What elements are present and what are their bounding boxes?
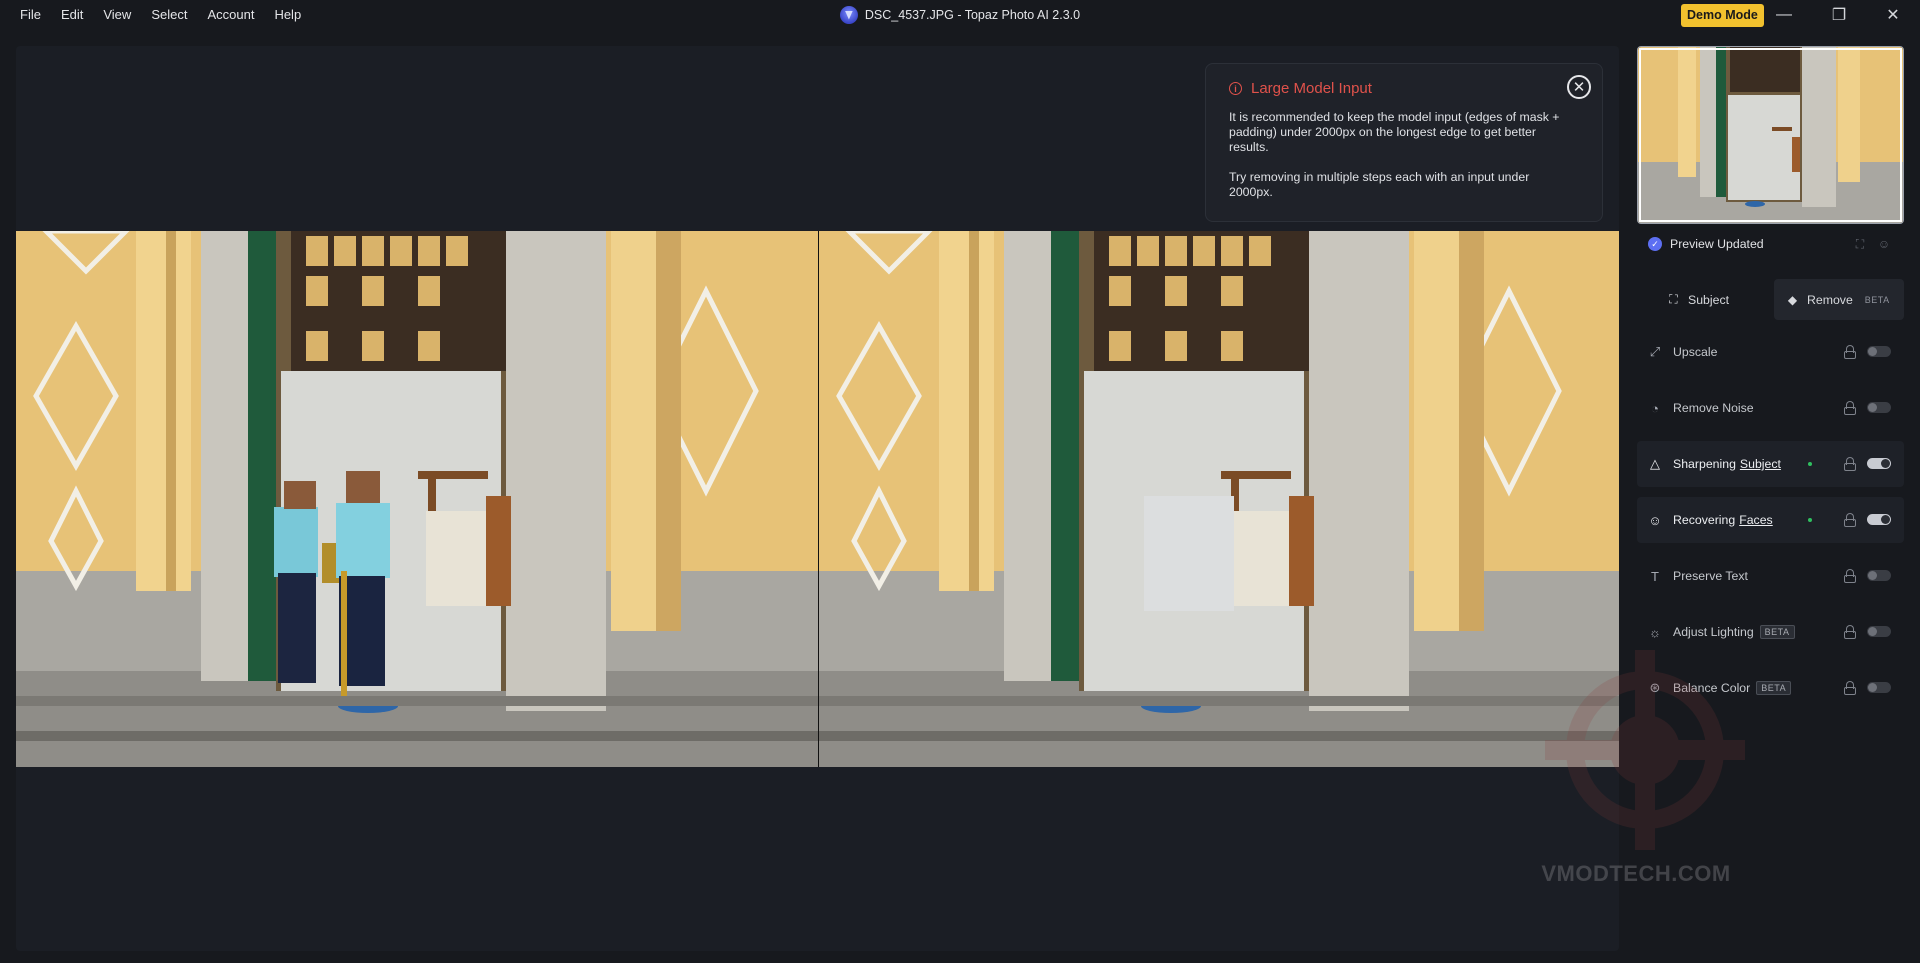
lock-icon[interactable]: [1843, 456, 1857, 472]
filter-preserve-text-label: Preserve Text: [1673, 569, 1748, 583]
noise-icon: ◔: [1651, 400, 1659, 416]
filter-sharpening-name: Sharpening: [1673, 457, 1736, 471]
watermark-text: VMODTECH.COM: [1541, 861, 1731, 886]
remove-noise-toggle[interactable]: [1867, 402, 1891, 413]
preserve-text-toggle[interactable]: [1867, 570, 1891, 581]
tab-remove-label: Remove: [1807, 292, 1853, 307]
tab-subject-label: Subject: [1688, 292, 1730, 307]
tab-remove[interactable]: ◆ Remove BETA: [1774, 279, 1904, 320]
processed-preview-image[interactable]: [819, 231, 1619, 767]
lock-icon[interactable]: [1843, 624, 1857, 640]
title-bar: File Edit View Select Account Help DSC_4…: [0, 0, 1920, 30]
beta-badge: BETA: [1759, 625, 1795, 639]
original-photo: [16, 231, 818, 767]
face-detect-icon[interactable]: ☺: [1877, 237, 1891, 251]
upscale-icon: ⤢: [1649, 344, 1661, 359]
tab-subject[interactable]: ⛶ Subject: [1667, 279, 1729, 320]
demo-mode-button[interactable]: Demo Mode: [1681, 4, 1764, 27]
active-dot: [1808, 462, 1812, 466]
popup-body: It is recommended to keep the model inpu…: [1229, 110, 1569, 200]
filter-recovering-faces[interactable]: ☺ Recovering Faces: [1637, 497, 1904, 543]
recovering-faces-link[interactable]: Faces: [1739, 513, 1773, 527]
viewport-highlight[interactable]: [1639, 48, 1902, 222]
sharpen-icon: △: [1650, 456, 1660, 471]
restore-icon[interactable]: ❐: [1812, 0, 1866, 30]
original-preview-image[interactable]: [16, 231, 818, 767]
beta-badge: BETA: [1756, 681, 1792, 695]
menu-edit[interactable]: Edit: [51, 0, 93, 30]
popup-message-1: It is recommended to keep the model inpu…: [1229, 110, 1560, 154]
filter-preserve-text[interactable]: T Preserve Text: [1637, 553, 1904, 599]
filter-preserve-text-name: Preserve Text: [1673, 569, 1748, 583]
menu-account[interactable]: Account: [197, 0, 264, 30]
filter-upscale[interactable]: ⤢ Upscale: [1637, 329, 1904, 375]
select-subject-icon: ⛶: [1669, 292, 1678, 306]
popup-header: i Large Model Input: [1229, 80, 1372, 97]
filter-sharpening[interactable]: △ Sharpening Subject: [1637, 441, 1904, 487]
menu-view[interactable]: View: [93, 0, 141, 30]
menu-help[interactable]: Help: [264, 0, 311, 30]
balance-color-toggle[interactable]: [1867, 682, 1891, 693]
close-window-icon[interactable]: ✕: [1866, 0, 1920, 30]
active-dot: [1808, 518, 1812, 522]
filter-upscale-name: Upscale: [1673, 345, 1718, 359]
beta-badge: BETA: [1864, 294, 1890, 305]
minimize-icon[interactable]: —: [1757, 0, 1811, 30]
face-icon: ☺: [1648, 512, 1662, 528]
filter-upscale-label: Upscale: [1673, 345, 1717, 359]
menu-bar: File Edit View Select Account Help: [0, 0, 311, 30]
upscale-toggle[interactable]: [1867, 346, 1891, 357]
popup-message-2: Try removing in multiple steps each with…: [1229, 170, 1530, 199]
lighting-icon: ☼: [1649, 624, 1661, 640]
warning-info-icon: i: [1229, 82, 1242, 95]
check-icon: ✓: [1648, 237, 1662, 251]
topaz-logo-icon: [839, 6, 858, 24]
preview-status-label: Preview Updated: [1670, 237, 1764, 251]
recovering-faces-toggle[interactable]: [1867, 514, 1891, 525]
filter-recovering-label: Recovering Faces: [1673, 513, 1773, 527]
filter-remove-noise[interactable]: ◔ Remove Noise: [1637, 385, 1904, 431]
preview-status: ✓ Preview Updated ⛶ ☺: [1637, 229, 1904, 259]
mode-tabs: ⛶ Subject ◆ Remove BETA: [1637, 279, 1904, 320]
close-popup-icon[interactable]: ✕: [1567, 75, 1591, 99]
filter-adjust-lighting[interactable]: ☼ Adjust Lighting BETA: [1637, 609, 1904, 655]
filter-remove-noise-label: Remove Noise: [1673, 401, 1754, 415]
filter-adjust-lighting-name: Adjust Lighting: [1673, 625, 1754, 639]
watermark-logo: [1545, 650, 1745, 850]
menu-select[interactable]: Select: [141, 0, 197, 30]
menu-file[interactable]: File: [10, 0, 51, 30]
navigator-thumbnail[interactable]: [1637, 46, 1904, 224]
sharpening-toggle[interactable]: [1867, 458, 1891, 469]
sharpening-subject-link[interactable]: Subject: [1740, 457, 1781, 471]
lock-icon[interactable]: [1843, 680, 1857, 696]
lock-icon[interactable]: [1843, 400, 1857, 416]
filter-recovering-name: Recovering: [1673, 513, 1736, 527]
text-icon: T: [1651, 568, 1659, 584]
window-title: DSC_4537.JPG - Topaz Photo AI 2.3.0: [864, 8, 1081, 22]
filter-adjust-lighting-label: Adjust Lighting BETA: [1673, 625, 1795, 639]
filter-sharpening-label: Sharpening Subject: [1673, 457, 1781, 471]
processed-photo: [819, 231, 1619, 767]
lock-icon[interactable]: [1843, 344, 1857, 360]
popup-title: Large Model Input: [1251, 80, 1372, 97]
large-model-input-popup: i Large Model Input ✕ It is recommended …: [1205, 63, 1603, 222]
adjust-lighting-toggle[interactable]: [1867, 626, 1891, 637]
lock-icon[interactable]: [1843, 568, 1857, 584]
filter-remove-noise-name: Remove Noise: [1673, 401, 1754, 415]
eraser-icon: ◆: [1787, 292, 1798, 307]
crop-icon[interactable]: ⛶: [1853, 237, 1867, 251]
lock-icon[interactable]: [1843, 512, 1857, 528]
